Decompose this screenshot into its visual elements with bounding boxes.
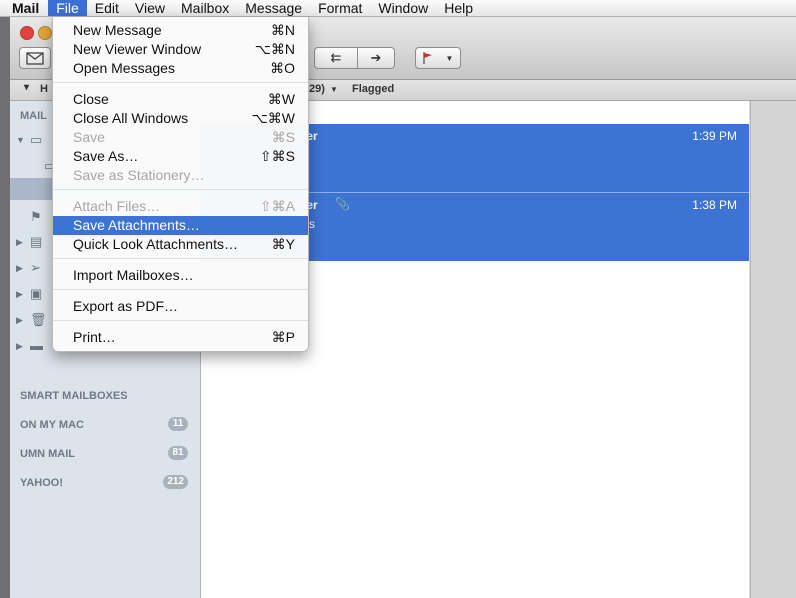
favorite-flagged[interactable]: Flagged: [352, 83, 394, 95]
unread-count-badge: 11: [168, 417, 188, 431]
menu-item-export-as-pdf[interactable]: Export as PDF…: [53, 297, 308, 316]
menu-separator: [53, 289, 308, 290]
menu-item-attach-files: Attach Files… ⇧⌘A: [53, 197, 308, 216]
menu-item-new-viewer-window[interactable]: New Viewer Window ⌥⌘N: [53, 40, 308, 59]
menu-item-label: Import Mailboxes…: [73, 267, 194, 283]
chevron-down-icon[interactable]: ▼: [330, 85, 338, 94]
menu-mailbox[interactable]: Mailbox: [173, 0, 237, 16]
get-mail-button[interactable]: [19, 47, 51, 69]
archive-icon: ▬: [30, 338, 43, 353]
menu-edit[interactable]: Edit: [87, 0, 127, 16]
menu-item-label: Print…: [73, 329, 116, 345]
unread-count-badge: 212: [163, 475, 188, 489]
disclosure-triangle-icon[interactable]: ▶: [16, 263, 23, 274]
menu-item-shortcut: ⌥⌘N: [254, 41, 295, 57]
hide-mailboxes-icon[interactable]: ▾: [24, 82, 29, 93]
menu-item-new-message[interactable]: New Message ⌘N: [53, 21, 308, 40]
menu-item-label: Quick Look Attachments…: [73, 236, 238, 252]
sidebar-section-umn-mail[interactable]: UMN MAIL: [20, 448, 75, 460]
forward-arrow-icon: ➔: [370, 50, 382, 65]
junk-icon: ▣: [30, 286, 43, 301]
menu-item-label: Save As…: [73, 148, 139, 164]
menu-separator: [53, 82, 308, 83]
menu-item-close-all-windows[interactable]: Close All Windows ⌥⌘W: [53, 109, 308, 128]
menu-item-label: Close All Windows: [73, 110, 189, 126]
menu-item-label: Attach Files…: [73, 198, 161, 214]
menu-item-shortcut: ⇧⌘S: [259, 148, 295, 164]
menu-item-open-messages[interactable]: Open Messages ⌘O: [53, 59, 308, 78]
flag-button[interactable]: ▼: [415, 47, 461, 69]
chevron-down-icon: ▼: [445, 53, 454, 63]
inbox-count-fragment[interactable]: 29): [309, 83, 325, 95]
menu-item-import-mailboxes[interactable]: Import Mailboxes…: [53, 266, 308, 285]
menu-bar: Mail File Edit View Mailbox Message Form…: [0, 0, 796, 17]
menu-item-shortcut: ⌘P: [271, 329, 295, 345]
menu-item-print[interactable]: Print… ⌘P: [53, 328, 308, 347]
menu-separator: [53, 258, 308, 259]
menu-item-label: New Viewer Window: [73, 41, 202, 57]
message-time: 1:38 PM: [692, 198, 737, 212]
unread-count-badge: 81: [168, 446, 188, 460]
menu-item-shortcut: ⌘O: [270, 60, 295, 76]
disclosure-triangle-icon[interactable]: ▶: [16, 341, 23, 352]
menu-item-shortcut: ⌘N: [270, 22, 295, 38]
menu-separator: [53, 320, 308, 321]
menu-item-label: Save as Stationery…: [73, 167, 205, 183]
menu-item-save-as[interactable]: Save As… ⇧⌘S: [53, 147, 308, 166]
menu-file[interactable]: File: [48, 0, 87, 16]
menu-item-quick-look-attachments[interactable]: Quick Look Attachments… ⌘Y: [53, 235, 308, 254]
sidebar-header-mail: MAIL: [20, 110, 47, 122]
message-preview: s: [309, 217, 315, 231]
favorites-fragment: H: [40, 83, 48, 95]
menu-item-label: Save: [73, 129, 105, 145]
menu-item-shortcut: ⇧⌘A: [259, 198, 295, 214]
menu-view[interactable]: View: [127, 0, 173, 16]
menu-item-save: Save ⌘S: [53, 128, 308, 147]
disclosure-triangle-icon[interactable]: ▼: [16, 135, 25, 145]
menu-format[interactable]: Format: [310, 0, 370, 16]
trash-icon: 🗑: [30, 312, 47, 327]
menu-separator: [53, 189, 308, 190]
disclosure-triangle-icon[interactable]: ▶: [16, 237, 23, 248]
close-window-icon[interactable]: [20, 26, 34, 40]
menu-app-mail[interactable]: Mail: [0, 0, 48, 16]
menu-message[interactable]: Message: [237, 0, 310, 16]
envelope-icon: [26, 51, 44, 65]
menu-item-label: Close: [73, 91, 109, 107]
menu-item-save-as-stationery: Save as Stationery…: [53, 166, 308, 185]
flag-icon: ⚑: [30, 209, 42, 224]
attachment-icon: 📎: [335, 197, 350, 211]
menu-item-shortcut: ⌘W: [267, 91, 295, 107]
file-menu: New Message ⌘N New Viewer Window ⌥⌘N Ope…: [52, 17, 309, 352]
disclosure-triangle-icon[interactable]: ▶: [16, 315, 23, 326]
sidebar-section-on-my-mac[interactable]: ON MY MAC: [20, 419, 84, 431]
message-time: 1:39 PM: [692, 129, 737, 143]
menu-item-close[interactable]: Close ⌘W: [53, 90, 308, 109]
reply-all-icon: ⇇: [330, 50, 342, 65]
reply-all-button[interactable]: ⇇: [314, 47, 358, 69]
flag-icon: [422, 52, 432, 64]
forward-button[interactable]: ➔: [357, 47, 395, 69]
menu-help[interactable]: Help: [436, 0, 481, 16]
menu-item-label: Export as PDF…: [73, 298, 179, 314]
menu-window[interactable]: Window: [370, 0, 436, 16]
document-icon: ▤: [30, 234, 43, 249]
sent-icon: ➢: [30, 260, 41, 275]
sidebar-section-yahoo[interactable]: YAHOO!: [20, 477, 63, 489]
disclosure-triangle-icon[interactable]: ▶: [16, 289, 23, 300]
menu-item-shortcut: ⌥⌘W: [251, 110, 295, 126]
menu-item-shortcut: ⌘S: [271, 129, 295, 145]
menu-item-label: Open Messages: [73, 60, 175, 76]
menu-item-save-attachments[interactable]: Save Attachments…: [53, 216, 308, 235]
message-viewer-pane: [750, 101, 796, 598]
minimize-window-icon[interactable]: [38, 26, 52, 40]
inbox-icon: ▭: [30, 132, 43, 147]
menu-item-label: Save Attachments…: [73, 217, 200, 233]
menu-item-shortcut: ⌘Y: [271, 236, 295, 252]
menu-item-label: New Message: [73, 22, 162, 38]
sidebar-section-smart-mailboxes[interactable]: SMART MAILBOXES: [20, 390, 128, 402]
